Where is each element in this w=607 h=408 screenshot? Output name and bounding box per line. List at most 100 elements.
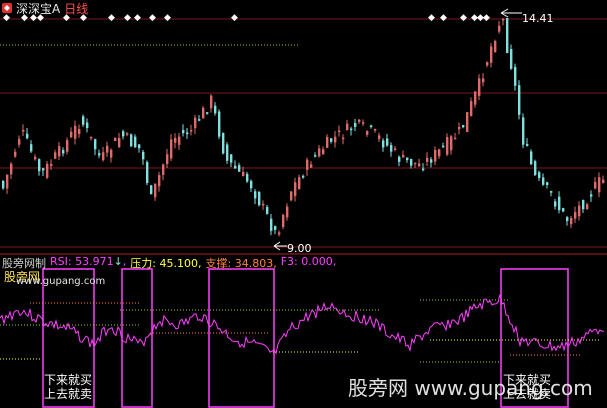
stock-app-icon[interactable] [2,3,12,13]
candlestick [342,134,345,145]
candlestick [530,149,533,166]
rsi-label: RSI: [50,255,72,268]
candlestick [518,80,521,120]
candlestick [534,159,537,176]
stock-chart-canvas[interactable]: ◆ ◆ ◆ ◆ ◆ ◆ ◆ ◆ ◆ ◆ ◆ ◆ ◆ ◆ ◆ ◆ ◆ ◆ 14.41 9.00 [0,0,607,408]
candlestick [114,137,117,142]
buy-sell-box [121,268,153,408]
candlestick [382,138,385,152]
signal-marker: ◆ [108,13,115,23]
signal-marker: ◆ [440,13,447,23]
support-label: 支撑: [205,257,232,270]
candlestick [290,191,293,202]
candlestick [246,171,249,183]
candlestick [346,119,349,131]
candlestick [562,207,565,213]
candlestick [70,127,73,139]
main-chart-gridlines [0,18,607,248]
rsi-arrow: ↓ [113,255,123,268]
candlestick [118,132,121,149]
candlestick [374,128,377,133]
candlestick [238,162,241,172]
candlestick [490,43,493,68]
candlestick [282,214,285,230]
candlestick [298,174,301,190]
candlestick [510,44,513,70]
candlestick [418,158,421,167]
candlestick [506,18,509,54]
candlestick [378,132,381,143]
candlestick [110,148,113,163]
candlestick [122,129,125,140]
candlestick [546,181,549,189]
candlestick [226,142,229,164]
candlestick [326,134,329,148]
candlestick [90,136,93,141]
candlestick [186,127,189,139]
candlestick [82,114,85,127]
candlestick [154,183,157,201]
candlestick [502,18,505,26]
candlestick [526,138,529,147]
candlestick-series [2,18,605,237]
support-value: 34.803 [234,257,274,270]
candlestick [426,152,429,167]
indicator-name[interactable]: 股旁网制 [2,255,46,271]
candlestick [266,205,269,215]
low-pointer [273,241,287,251]
signal-marker: ◆ [460,13,467,23]
candlestick [470,97,473,117]
candlestick [30,140,33,154]
candlestick [406,157,409,163]
signal-marker: ◆ [483,13,490,23]
f3-readout: F3: 0.000, [281,255,337,271]
candlestick [106,141,109,157]
candlestick [254,188,257,205]
candlestick [38,158,41,176]
candlestick [234,160,237,170]
candlestick [330,137,333,144]
candlestick [438,148,441,160]
candlestick [102,146,105,162]
candlestick [446,133,449,157]
signal-marker: ◆ [164,13,171,23]
candlestick [570,215,573,229]
candlestick [294,177,297,202]
candlestick [482,73,485,87]
candlestick [94,138,97,156]
candlestick [62,147,65,157]
candlestick [34,154,37,161]
candlestick [146,160,149,186]
candlestick [178,132,181,150]
candlestick [46,161,49,180]
candlestick [10,162,13,179]
signal-marker: ◆ [231,13,238,23]
candlestick [230,154,233,168]
candlestick [202,105,205,119]
candlestick [174,133,177,149]
candlestick [550,190,553,197]
candlestick [442,142,445,148]
candlestick [250,179,253,193]
candlestick [162,163,165,181]
candlestick [358,118,361,124]
candlestick [542,173,545,186]
candlestick [354,118,357,132]
candlestick [414,162,417,168]
candlestick [522,113,525,149]
candlestick [134,134,137,148]
candlestick [2,180,5,190]
candlestick [310,161,313,168]
candlestick [14,148,17,158]
candlestick [190,124,193,136]
candlestick [42,167,45,176]
candlestick [370,124,373,129]
candlestick [390,142,393,157]
candlestick [578,201,581,221]
candlestick [362,119,365,127]
candlestick [198,115,201,122]
candlestick [262,200,265,210]
candlestick [478,74,481,101]
period-label[interactable]: 日线 [64,0,88,17]
candlestick [366,130,369,137]
